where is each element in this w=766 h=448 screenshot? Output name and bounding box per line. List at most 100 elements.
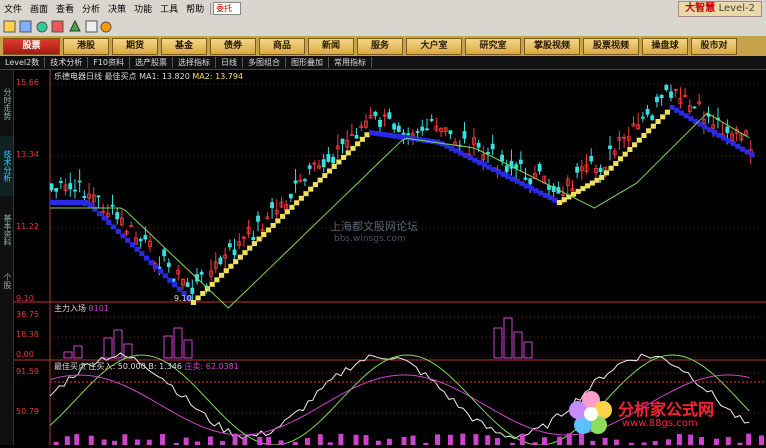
sidebar-item-intraday[interactable]: 分时走势 [0,74,13,134]
candle-body [406,133,411,136]
tab-8[interactable]: 常用指标 [329,57,372,68]
candle-body [68,183,73,190]
ma-step [599,175,605,180]
ma-step [528,185,534,191]
menu-screen[interactable]: 画面 [26,2,52,15]
menu-help[interactable]: 帮助 [182,2,208,15]
nav-button-0[interactable]: 股票 [3,37,60,55]
candle-body [664,84,669,91]
menu-view[interactable]: 查看 [52,2,78,15]
toolbar-icons [3,19,112,33]
ma-step [200,290,206,296]
ma-step [214,277,220,283]
ma-step [143,255,150,261]
nav-button-4[interactable]: 债券 [210,37,256,55]
nav-button-7[interactable]: 服务 [357,37,403,55]
panel3-y-mid: 50.79 [16,407,39,416]
open-icon[interactable] [3,20,16,33]
indicator-bar [494,437,500,445]
nav-button-9[interactable]: 研究室 [465,37,521,55]
candle-body [288,193,293,199]
menu-decision[interactable]: 决策 [104,2,130,15]
ma-step [340,154,347,160]
ma-step [275,218,281,224]
ma-step [298,195,304,201]
candle-body [232,249,237,256]
tab-7[interactable]: 图形叠加 [286,57,329,68]
volume-bar [513,331,523,359]
ma1-value: 13.820 [161,72,190,81]
ma-step [228,263,234,269]
menu-file[interactable]: 文件 [0,2,26,15]
sidebar-item-basic-info[interactable]: 基本资料 [0,200,13,260]
indicator-bar [266,436,272,445]
candle-body [270,202,274,209]
ma-green-line [50,112,750,309]
ma-step [561,197,567,203]
menu-function[interactable]: 功能 [130,2,156,15]
nav-button-3[interactable]: 基金 [161,37,207,55]
ma-step [617,156,624,162]
nav-button-1[interactable]: 港股 [63,37,109,55]
tab-1[interactable]: 技术分析 [45,57,89,68]
indicator-bar [64,436,70,445]
ma-step [359,136,365,142]
page-icon[interactable] [85,20,98,33]
sidebar-item-technical[interactable]: 技术分析 [0,136,13,196]
candle-body [669,91,673,98]
menu-bar: 文件 画面 查看 分析 决策 功能 工具 帮助 委托 大智慧 Level-2 [0,0,766,18]
ma-step [172,282,178,288]
candle-body [462,131,467,139]
ma-step [167,277,173,283]
menu-analysis[interactable]: 分析 [78,2,104,15]
ma-step [509,176,516,182]
candle-body [77,180,82,183]
tab-4[interactable]: 选择指标 [173,57,216,68]
ma-step [650,123,656,129]
menu-tools[interactable]: 工具 [156,2,182,15]
ma-step [683,113,689,119]
tab-3[interactable]: 选产股票 [130,57,173,68]
alert-icon[interactable] [51,20,64,33]
up-arrow-icon[interactable] [69,19,81,32]
toolbar [0,17,766,37]
indicator-bar [88,435,94,445]
nav-button-11[interactable]: 股票视频 [583,37,639,55]
ma-step [387,133,394,138]
nav-button-6[interactable]: 新闻 [308,37,354,55]
ma-step [636,137,642,143]
trade-entry-box[interactable]: 委托 [213,2,242,15]
ma-step [716,132,722,138]
candle-body [321,159,326,168]
screen-icon[interactable] [19,20,32,33]
tab-0[interactable]: Level2数 [0,57,46,68]
panel3-label-a: 庄买入: [88,362,116,371]
ma-step [678,110,685,116]
ma-step [336,159,342,165]
ma-step [373,131,380,136]
ma-step [326,168,333,174]
refresh-icon[interactable] [36,21,48,33]
ma-step [195,295,201,301]
panel3-y-top: 91.59 [16,367,39,376]
ma-step [364,132,370,138]
nav-button-8[interactable]: 大户室 [406,37,462,55]
nav-button-13[interactable]: 股市对 [691,37,737,55]
nav-button-2[interactable]: 期货 [112,37,158,55]
sidebar-item-stock[interactable]: 个股 [0,266,13,296]
ma-step [500,171,506,177]
tab-6[interactable]: 多图组合 [243,57,286,68]
candle-body [303,179,307,182]
nav-button-12[interactable]: 操盘球 [642,37,688,55]
candle-body [575,166,580,173]
nav-button-5[interactable]: 商品 [259,37,305,55]
volume-bar [163,335,173,359]
ma-step [350,145,356,151]
candle-body [218,257,223,265]
settings-icon[interactable] [100,21,112,33]
tab-2[interactable]: F10资料 [88,57,130,68]
nav-button-10[interactable]: 掌股视频 [524,37,580,55]
candle-body [227,243,232,248]
ma-step [96,211,103,217]
tab-5[interactable]: 日线 [216,57,243,68]
